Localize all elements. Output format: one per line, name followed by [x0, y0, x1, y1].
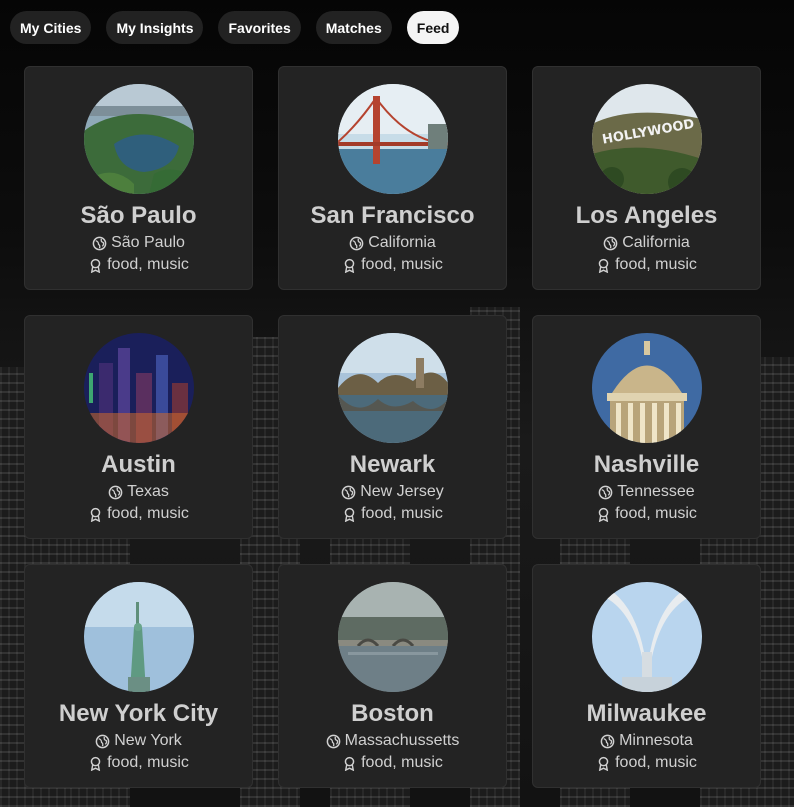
region-text: California [622, 234, 690, 251]
city-name: Austin [101, 451, 176, 478]
globe-icon [95, 734, 110, 749]
region-row: Massachussetts [326, 732, 460, 750]
city-name: Los Angeles [575, 202, 718, 229]
interests-text: food, music [361, 256, 443, 273]
interests-text: food, music [361, 754, 443, 771]
globe-icon [92, 236, 107, 251]
tab-favorites[interactable]: Favorites [218, 11, 301, 44]
region-text: New Jersey [360, 483, 444, 500]
globe-icon [341, 485, 356, 500]
city-card[interactable]: San Francisco California food, music [278, 66, 507, 290]
tab-my-insights[interactable]: My Insights [106, 11, 204, 44]
city-card[interactable]: Milwaukee Minnesota food, music [532, 564, 761, 788]
interests-text: food, music [615, 754, 697, 771]
city-card[interactable]: HOLLYWOOD Los Angeles California food, m… [532, 66, 761, 290]
region-row: Minnesota [600, 732, 693, 750]
city-name: Newark [349, 451, 436, 478]
city-card[interactable]: São Paulo São Paulo food, music [24, 66, 253, 290]
river-bridge-photo [337, 582, 448, 692]
interests-text: food, music [361, 505, 443, 522]
region-row: São Paulo [92, 234, 185, 252]
region-row: California [349, 234, 436, 252]
region-text: São Paulo [111, 234, 185, 251]
interests-text: food, music [107, 505, 189, 522]
award-ribbon-icon [596, 756, 611, 771]
award-ribbon-icon [342, 756, 357, 771]
interests-row: food, music [88, 505, 189, 523]
award-ribbon-icon [88, 258, 103, 273]
city-name: New York City [58, 700, 219, 727]
interests-row: food, music [342, 256, 443, 274]
city-feed-grid: São Paulo São Paulo food, music San Fran… [24, 66, 761, 788]
award-ribbon-icon [342, 507, 357, 522]
interests-row: food, music [596, 256, 697, 274]
capitol-dome-photo [591, 333, 702, 443]
top-nav: My Cities My Insights Favorites Matches … [10, 11, 460, 45]
city-card[interactable]: New York City New York food, music [24, 564, 253, 788]
city-card[interactable]: Newark New Jersey food, music [278, 315, 507, 539]
golden-gate-bridge-photo [337, 84, 448, 194]
region-row: New York [95, 732, 182, 750]
park-reflection-photo [337, 333, 448, 443]
interests-row: food, music [88, 256, 189, 274]
interests-row: food, music [342, 505, 443, 523]
city-card[interactable]: Boston Massachussetts food, music [278, 564, 507, 788]
interests-text: food, music [107, 256, 189, 273]
region-row: Texas [108, 483, 169, 501]
city-name: Boston [351, 700, 434, 727]
city-card[interactable]: Austin Texas food, music [24, 315, 253, 539]
city-name: São Paulo [80, 202, 197, 229]
award-ribbon-icon [88, 756, 103, 771]
night-skyline-photo [83, 333, 194, 443]
interests-row: food, music [596, 754, 697, 772]
art-museum-wings-photo [591, 582, 702, 692]
award-ribbon-icon [596, 258, 611, 273]
city-name: San Francisco [310, 202, 475, 229]
award-ribbon-icon [596, 507, 611, 522]
globe-icon [603, 236, 618, 251]
award-ribbon-icon [342, 258, 357, 273]
tab-matches[interactable]: Matches [315, 11, 392, 44]
region-row: California [603, 234, 690, 252]
region-row: Tennessee [598, 483, 695, 501]
statue-of-liberty-photo [83, 582, 194, 692]
city-name: Milwaukee [586, 700, 707, 727]
globe-icon [349, 236, 364, 251]
globe-icon [108, 485, 123, 500]
tab-my-cities[interactable]: My Cities [10, 11, 92, 44]
globe-icon [326, 734, 341, 749]
region-text: Massachussetts [344, 732, 460, 749]
interests-text: food, music [107, 754, 189, 771]
region-text: Minnesota [619, 732, 693, 749]
region-text: California [368, 234, 436, 251]
interests-row: food, music [596, 505, 697, 523]
region-text: New York [114, 732, 182, 749]
interests-text: food, music [615, 505, 697, 522]
tab-feed[interactable]: Feed [406, 11, 460, 44]
interests-row: food, music [88, 754, 189, 772]
region-text: Texas [127, 483, 169, 500]
region-row: New Jersey [341, 483, 444, 501]
region-text: Tennessee [617, 483, 695, 500]
city-name: Nashville [593, 451, 700, 478]
interests-row: food, music [342, 754, 443, 772]
award-ribbon-icon [88, 507, 103, 522]
interests-text: food, music [615, 256, 697, 273]
city-card[interactable]: Nashville Tennessee food, music [532, 315, 761, 539]
globe-icon [598, 485, 613, 500]
hollywood-sign-photo: HOLLYWOOD [591, 84, 702, 194]
park-lake-photo [83, 84, 194, 194]
globe-icon [600, 734, 615, 749]
